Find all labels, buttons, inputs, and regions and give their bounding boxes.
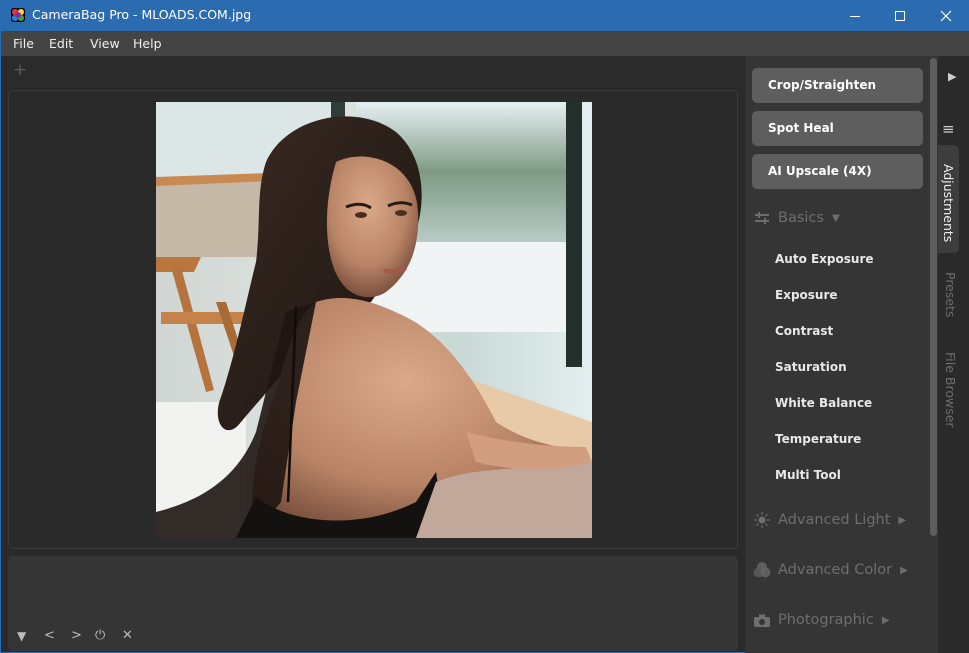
photo-preview[interactable] bbox=[156, 102, 592, 538]
minimize-button[interactable] bbox=[832, 0, 878, 31]
previous-image-icon[interactable]: < bbox=[44, 629, 55, 643]
power-icon[interactable]: ⏻ bbox=[95, 629, 105, 643]
tab-adjustments[interactable]: Adjustments bbox=[938, 145, 959, 253]
menu-bar: File Edit View Help bbox=[1, 31, 969, 56]
tab-presets[interactable]: Presets bbox=[938, 272, 959, 332]
window-title: CameraBag Pro - MLOADS.COM.jpg bbox=[32, 7, 252, 22]
camera-icon bbox=[753, 614, 771, 627]
tab-file-browser-label: File Browser bbox=[943, 352, 958, 428]
sliders-icon bbox=[753, 212, 771, 224]
ai-upscale-button[interactable]: AI Upscale (4X) bbox=[752, 154, 923, 189]
tab-file-browser[interactable]: File Browser bbox=[938, 352, 959, 442]
menu-icon[interactable]: ≡ bbox=[942, 120, 955, 138]
chevron-right-icon: ▶ bbox=[898, 514, 907, 526]
tab-presets-label: Presets bbox=[943, 272, 958, 318]
adjustment-white-balance[interactable]: White Balance bbox=[775, 396, 872, 410]
chevron-down-icon: ▼ bbox=[831, 212, 840, 224]
tab-adjustments-label: Adjustments bbox=[941, 164, 956, 243]
next-image-icon[interactable]: > bbox=[71, 629, 82, 643]
camerabag-logo-icon bbox=[11, 8, 25, 22]
maximize-icon bbox=[895, 10, 905, 21]
menu-view[interactable]: View bbox=[90, 36, 120, 51]
section-advanced-light-label: Advanced Light bbox=[778, 512, 891, 528]
color-circles-icon bbox=[753, 562, 771, 578]
section-basics[interactable]: Basics ▼ bbox=[753, 206, 840, 230]
canvas-toolbar: + bbox=[2, 56, 744, 86]
adjustment-contrast[interactable]: Contrast bbox=[775, 324, 833, 338]
spot-heal-button[interactable]: Spot Heal bbox=[752, 111, 923, 146]
menu-edit[interactable]: Edit bbox=[49, 36, 73, 51]
menu-help[interactable]: Help bbox=[133, 36, 162, 51]
adjustments-panel: Crop/Straighten Spot Heal AI Upscale (4X… bbox=[745, 56, 938, 653]
title-bar: CameraBag Pro - MLOADS.COM.jpg bbox=[1, 0, 969, 31]
filmstrip-panel: ▼ < > ⏻ ✕ bbox=[8, 556, 738, 651]
adjustment-auto-exposure[interactable]: Auto Exposure bbox=[775, 252, 874, 266]
menu-file[interactable]: File bbox=[13, 36, 34, 51]
adjustment-temperature[interactable]: Temperature bbox=[775, 432, 861, 446]
crop-straighten-button[interactable]: Crop/Straighten bbox=[752, 68, 923, 103]
close-button[interactable] bbox=[923, 0, 969, 31]
section-photographic-label: Photographic bbox=[778, 612, 874, 628]
side-tab-bar: ▶ ≡ Adjustments Presets File Browser bbox=[938, 56, 969, 653]
app-window: CameraBag Pro - MLOADS.COM.jpg File Edit… bbox=[0, 0, 969, 653]
sun-icon bbox=[753, 512, 771, 528]
adjustment-exposure[interactable]: Exposure bbox=[775, 288, 838, 302]
add-tab-icon[interactable]: + bbox=[13, 62, 27, 79]
close-image-icon[interactable]: ✕ bbox=[122, 629, 133, 643]
chevron-right-icon: ▶ bbox=[881, 614, 890, 626]
collapse-panel-icon[interactable]: ▶ bbox=[948, 70, 956, 83]
maximize-button[interactable] bbox=[877, 0, 923, 31]
section-advanced-color-label: Advanced Color bbox=[778, 562, 893, 578]
panel-scrollbar-thumb[interactable] bbox=[930, 58, 937, 536]
close-icon bbox=[940, 10, 952, 21]
section-advanced-color[interactable]: Advanced Color ▶ bbox=[753, 558, 908, 582]
section-basics-label: Basics bbox=[778, 210, 824, 226]
section-advanced-light[interactable]: Advanced Light ▶ bbox=[753, 508, 906, 532]
chevron-right-icon: ▶ bbox=[900, 564, 908, 576]
minimize-icon bbox=[850, 15, 860, 17]
adjustment-saturation[interactable]: Saturation bbox=[775, 360, 847, 374]
adjustment-multi-tool[interactable]: Multi Tool bbox=[775, 468, 841, 482]
collapse-filmstrip-icon[interactable]: ▼ bbox=[17, 629, 26, 643]
section-photographic[interactable]: Photographic ▶ bbox=[753, 608, 890, 632]
